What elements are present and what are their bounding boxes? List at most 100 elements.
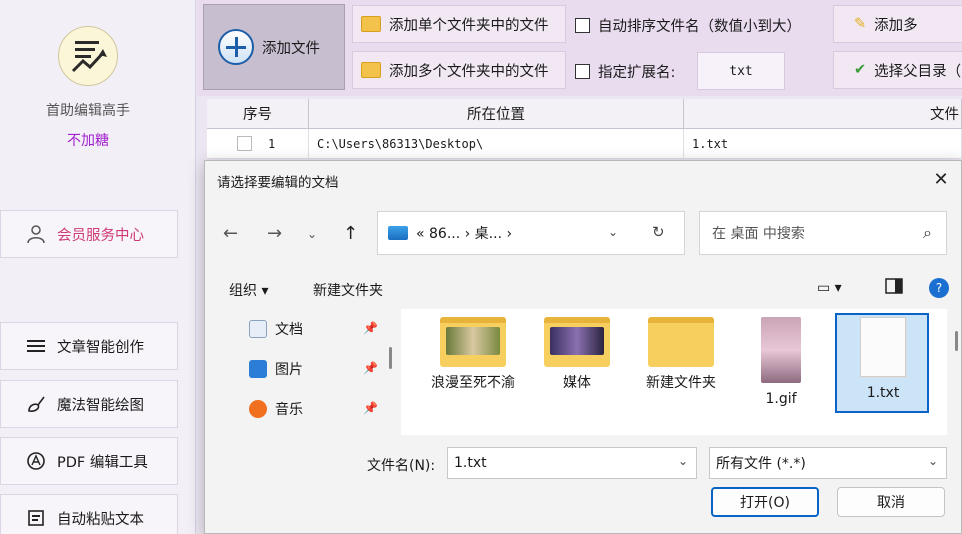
row-file: 1.txt <box>684 129 962 158</box>
add-more-label: 添加多 <box>874 17 918 34</box>
add-multi-folder-label: 添加多个文件夹中的文件 <box>389 63 549 80</box>
filetype-select[interactable]: 所有文件 (*.*) ⌄ <box>709 447 947 479</box>
file-item-txt[interactable]: 1.txt <box>837 317 929 403</box>
app-name: 首助编辑高手 <box>46 103 130 119</box>
nav-item-label: 音乐 <box>275 402 303 418</box>
checkbox-box[interactable] <box>575 64 590 79</box>
add-more-button[interactable]: ✎ 添加多 <box>833 5 962 43</box>
organize-button[interactable]: 组织 ▾ <box>229 280 268 300</box>
auto-sort-label: 自动排序文件名（数值小到大） <box>598 19 801 35</box>
search-icon[interactable]: ⌕ <box>923 223 932 243</box>
folder-icon <box>648 317 714 367</box>
folder-icon <box>544 317 610 367</box>
address-dropdown-icon[interactable]: ⌄ <box>608 225 618 239</box>
text-file-icon <box>860 317 906 377</box>
app-logo-icon <box>58 26 118 86</box>
nav-item-label: 文档 <box>275 322 303 338</box>
pin-icon[interactable]: 📌 <box>363 361 378 375</box>
forward-arrow-icon[interactable]: → <box>267 223 282 244</box>
help-icon[interactable]: ? <box>929 278 949 298</box>
add-file-label: 添加文件 <box>262 40 320 57</box>
add-multi-folder-button[interactable]: 添加多个文件夹中的文件 <box>352 51 566 89</box>
add-file-button[interactable]: 添加文件 <box>203 4 345 90</box>
filename-value: 1.txt <box>454 455 487 471</box>
nav-scrollbar[interactable] <box>389 347 392 369</box>
folder-icon <box>361 62 381 78</box>
navigation-pane: 文档 📌 图片 📌 音乐 📌 <box>205 309 397 435</box>
row-location: C:\Users\86313\Desktop\ <box>309 129 684 158</box>
file-item-folder[interactable]: 媒体 <box>531 317 623 393</box>
open-button[interactable]: 打开(O) <box>711 487 819 517</box>
specify-ext-checkbox[interactable]: 指定扩展名: <box>575 61 675 82</box>
sidebar-item-label: 自动粘贴文本 <box>57 511 144 528</box>
file-item-name: 浪漫至死不渝 <box>431 375 515 391</box>
row-index: 1 <box>268 136 276 151</box>
column-header-index[interactable]: 序号 <box>207 99 309 128</box>
row-index-cell: 1 <box>207 129 309 158</box>
column-header-location[interactable]: 所在位置 <box>309 99 684 128</box>
pdf-icon <box>25 450 47 472</box>
vip-center-button[interactable]: 会员服务中心 <box>0 210 178 258</box>
choose-parent-button[interactable]: ✔ 选择父目录（ <box>833 51 962 89</box>
extension-input[interactable]: txt <box>697 52 785 90</box>
search-placeholder: 在 桌面 中搜索 <box>712 226 805 242</box>
table-header: 序号 所在位置 文件 <box>207 99 962 129</box>
filename-label: 文件名(N): <box>367 458 436 474</box>
back-arrow-icon[interactable]: ← <box>223 223 238 244</box>
file-item-folder[interactable]: 浪漫至死不渝 <box>427 317 519 393</box>
computer-icon <box>388 226 408 240</box>
address-bar[interactable]: « 86... › 桌... › ⌄ ↻ <box>377 211 685 255</box>
chevron-down-icon[interactable]: ⌄ <box>928 454 938 468</box>
music-icon <box>249 400 267 418</box>
sidebar-item-drawing[interactable]: 魔法智能绘图 <box>0 380 178 428</box>
sidebar-item-paste[interactable]: 自动粘贴文本 <box>0 494 178 534</box>
open-file-dialog: 请选择要编辑的文档 ✕ ← → ⌄ ↑ « 86... › 桌... › ⌄ ↻… <box>204 160 962 534</box>
folder-icon <box>361 16 381 32</box>
checkbox-box[interactable] <box>575 18 590 33</box>
file-item-name: 媒体 <box>563 375 591 391</box>
up-arrow-icon[interactable]: ↑ <box>343 223 358 244</box>
refresh-icon[interactable]: ↻ <box>652 223 665 241</box>
history-chevron-icon[interactable]: ⌄ <box>307 227 317 241</box>
sidebar-item-label: 文章智能创作 <box>57 339 144 356</box>
pictures-icon <box>249 360 267 378</box>
nav-item-label: 图片 <box>275 362 303 378</box>
add-single-folder-button[interactable]: 添加单个文件夹中的文件 <box>352 5 566 43</box>
vip-center-label: 会员服务中心 <box>57 227 144 244</box>
sidebar-item-pdf[interactable]: PDF 编辑工具 <box>0 437 178 485</box>
choose-parent-label: 选择父目录（ <box>874 63 962 80</box>
column-header-file[interactable]: 文件 <box>684 99 962 128</box>
pin-icon[interactable]: 📌 <box>363 321 378 335</box>
sidebar-item-article[interactable]: 文章智能创作 <box>0 322 178 370</box>
filetype-value: 所有文件 (*.*) <box>716 456 806 472</box>
file-item-name: 新建文件夹 <box>646 375 716 391</box>
add-single-folder-label: 添加单个文件夹中的文件 <box>389 17 549 34</box>
clipboard-icon <box>25 507 47 529</box>
chevron-down-icon[interactable]: ⌄ <box>678 454 688 468</box>
preview-pane-icon[interactable] <box>885 278 903 298</box>
row-checkbox[interactable] <box>237 136 252 151</box>
close-icon[interactable]: ✕ <box>929 167 953 191</box>
image-thumbnail-icon <box>761 317 801 383</box>
auto-sort-checkbox[interactable]: 自动排序文件名（数值小到大） <box>575 15 801 36</box>
dialog-title: 请选择要编辑的文档 <box>217 175 339 191</box>
pin-icon[interactable]: 📌 <box>363 401 378 415</box>
table-row[interactable]: 1 C:\Users\86313\Desktop\ 1.txt <box>207 129 962 159</box>
nav-item-pictures[interactable]: 图片 <box>249 359 303 379</box>
filename-input[interactable]: 1.txt ⌄ <box>447 447 697 479</box>
cancel-button[interactable]: 取消 <box>837 487 945 517</box>
file-item-name: 1.gif <box>765 391 797 407</box>
check-icon: ✔ <box>854 62 867 78</box>
nav-item-music[interactable]: 音乐 <box>249 399 303 419</box>
nav-item-documents[interactable]: 文档 <box>249 319 303 339</box>
brush-icon: ✎ <box>854 16 867 32</box>
brush-icon <box>25 393 47 415</box>
file-item-folder[interactable]: 新建文件夹 <box>635 317 727 393</box>
command-bar: 组织 ▾ 新建文件夹 ▭ ▾ ? <box>205 269 961 309</box>
app-subtitle: 不加糖 <box>67 133 109 149</box>
new-folder-button[interactable]: 新建文件夹 <box>313 280 383 300</box>
view-icon[interactable]: ▭ ▾ <box>817 280 842 296</box>
file-list-scrollbar[interactable] <box>955 331 958 351</box>
file-item-gif[interactable]: 1.gif <box>735 317 827 409</box>
search-input[interactable]: 在 桌面 中搜索 ⌕ <box>699 211 947 255</box>
